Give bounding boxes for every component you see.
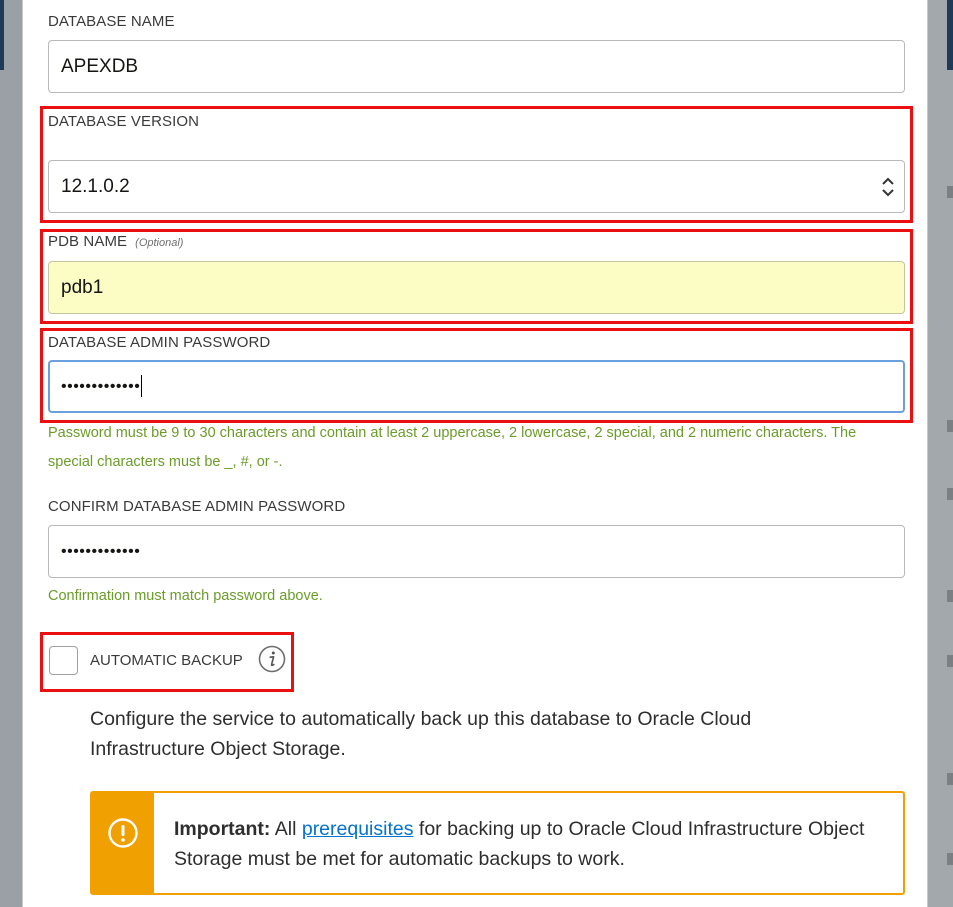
database-version-value: 12.1.0.2 [61,176,130,197]
text-cursor [141,374,143,397]
pdb-name-label-text: PDB NAME [48,233,128,250]
background-right-strip [928,0,953,907]
optional-tag: (Optional) [135,237,184,249]
alert-strong: Important: [174,818,271,840]
automatic-backup-checkbox[interactable] [49,646,78,675]
admin-password-hint: Password must be 9 to 30 characters and … [48,425,857,470]
background-left-strip [0,0,22,907]
alert-message: Important: All prerequisites for backing… [174,814,874,874]
prerequisites-link[interactable]: prerequisites [302,818,414,840]
exclamation-circle-icon [108,818,138,848]
database-name-label: DATABASE NAME [48,13,175,30]
pdb-name-input[interactable]: pdb1 [48,261,905,314]
create-database-form: DATABASE NAME APEXDB DATABASE VERSION 12… [22,0,928,907]
background-fragment [947,590,953,602]
pdb-name-label: PDB NAME (Optional) [48,233,183,250]
background-fragment [947,773,953,785]
confirm-password-hint: Confirmation must match password above. [48,588,323,604]
chevron-up-down-icon [882,177,894,197]
admin-password-value: ••••••••••••• [61,378,141,395]
automatic-backup-label: AUTOMATIC BACKUP [90,652,243,669]
database-version-select[interactable]: 12.1.0.2 [48,160,905,213]
database-name-input[interactable]: APEXDB [48,40,905,93]
alert-text-before: All [270,818,302,840]
background-accent [0,0,4,70]
admin-password-input[interactable]: ••••••••••••• [48,360,905,413]
important-alert: Important: All prerequisites for backing… [90,791,905,895]
background-fragment [947,420,953,432]
admin-password-label: DATABASE ADMIN PASSWORD [48,334,271,351]
background-fragment [947,186,953,198]
background-fragment [947,853,953,865]
confirm-password-label: CONFIRM DATABASE ADMIN PASSWORD [48,498,346,515]
background-fragment [947,655,953,667]
info-icon[interactable] [258,645,286,673]
database-version-label: DATABASE VERSION [48,113,200,130]
confirm-password-input[interactable]: ••••••••••••• [48,525,905,578]
automatic-backup-description: Configure the service to automatically b… [90,708,752,760]
background-fragment [947,488,953,500]
alert-stripe [92,793,154,893]
background-accent [947,0,953,70]
